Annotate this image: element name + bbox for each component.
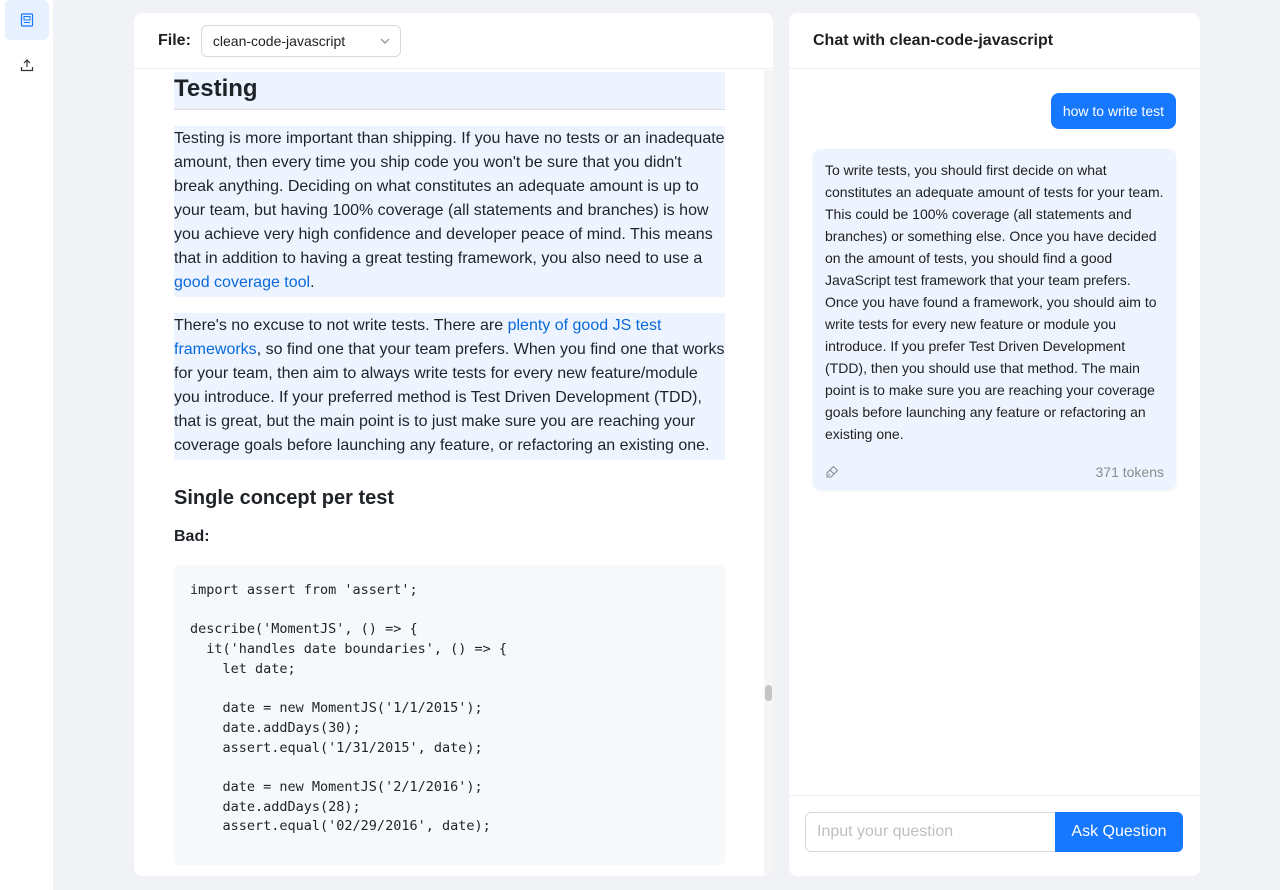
document-content: Testing Testing is more important than s… [174,72,725,865]
paragraph-text: There's no excuse to not write tests. Th… [174,317,508,334]
paragraph-text: Testing is more important than shipping.… [174,130,725,267]
file-select-value: clean-code-javascript [212,32,346,49]
bad-example-label: Bad: [174,528,210,545]
code-block: import assert from 'assert'; describe('M… [174,565,725,865]
paragraph-text: , so find one that your team prefers. Wh… [174,341,725,454]
document-header: File: clean-code-javascript [134,13,773,69]
document-icon [20,13,34,27]
subsection-heading: Single concept per test [174,487,395,509]
paragraph-testing-importance: Testing is more important than shipping.… [174,126,725,297]
ask-question-button[interactable]: Ask Question [1055,812,1183,852]
good-coverage-tool-link[interactable]: good coverage tool [174,274,310,291]
rail-upload-button[interactable] [5,45,49,85]
assistant-message: To write tests, you should first decide … [813,149,1176,490]
left-rail [0,0,53,890]
chat-title: Chat with clean-code-javascript [789,13,1200,69]
paragraph-no-excuse: There's no excuse to not write tests. Th… [174,313,725,460]
assistant-message-footer: 371 tokens [825,464,1164,480]
document-body: Testing Testing is more important than s… [134,70,773,876]
chevron-down-icon [380,38,390,44]
question-input[interactable] [805,812,1056,852]
rail-documents-button[interactable] [5,0,49,40]
user-message: how to write test [1050,93,1176,129]
file-select[interactable]: clean-code-javascript [200,24,401,57]
token-count: 371 tokens [1095,464,1165,480]
document-panel: File: clean-code-javascript Testing Test… [134,13,773,876]
file-label: File: [158,31,191,49]
chat-input-bar: Ask Question [789,795,1200,876]
section-heading: Testing [174,72,725,110]
upload-icon [20,59,34,72]
clear-icon[interactable] [825,465,839,479]
document-scrollbar-thumb[interactable] [765,685,772,701]
assistant-message-text: To write tests, you should first decide … [825,162,1164,442]
paragraph-tail: . [310,274,315,291]
chat-panel: Chat with clean-code-javascript how to w… [789,13,1200,876]
document-scrollbar[interactable] [764,70,773,876]
